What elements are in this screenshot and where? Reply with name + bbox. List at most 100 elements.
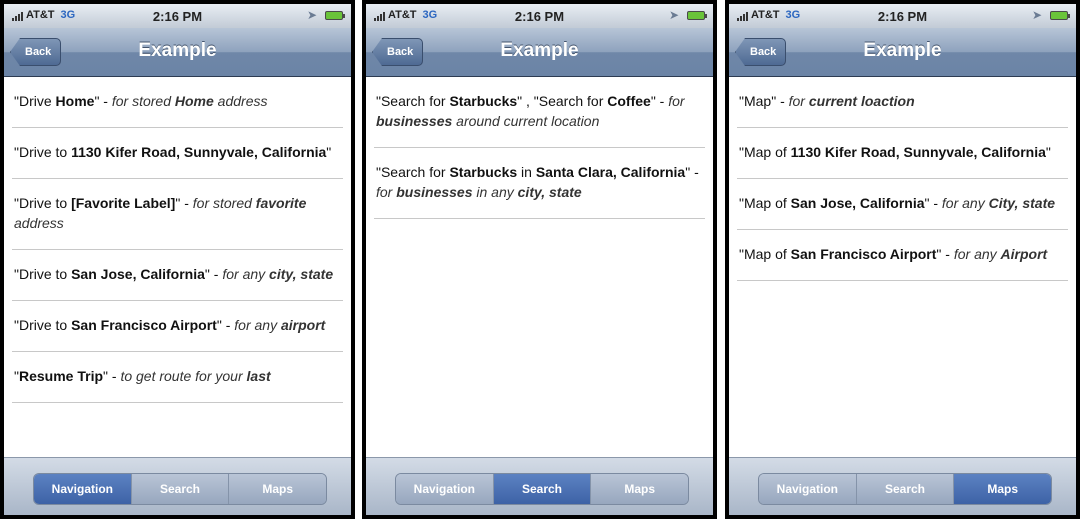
tab-navigation[interactable]: Navigation (396, 474, 494, 504)
list-item-text: Home (174, 93, 214, 109)
navigation-bar: Back Example (729, 28, 1076, 77)
segmented-control: Navigation Search Maps (758, 473, 1052, 505)
list-item-text: last (246, 368, 271, 384)
list-item-text: in (517, 164, 536, 180)
list-item-text: "Drive to (14, 195, 72, 211)
list-item: "Map of San Jose, California" - for any … (737, 179, 1068, 230)
list-item-text: " - (103, 368, 121, 384)
list-item-text: " - (650, 93, 669, 109)
status-bar: AT&T 3G 2:16 PM ➤ (366, 4, 713, 28)
list-item-text: city, state (269, 266, 334, 282)
list-item-text: in any (472, 184, 518, 200)
list-item-text: San Francisco Airport (71, 317, 217, 333)
list-item: "Map of San Francisco Airport" - for any… (737, 230, 1068, 281)
list-item-text: "Map of (739, 144, 791, 160)
status-bar: AT&T 3G 2:16 PM ➤ (4, 4, 351, 28)
list-item-text: Coffee (607, 93, 651, 109)
list-item-text: "Drive to (14, 317, 72, 333)
list-item: "Map of 1130 Kifer Road, Sunnyvale, Cali… (737, 128, 1068, 179)
list-item-text: Starbucks (449, 93, 518, 109)
list-item-text: "Map of (739, 246, 791, 262)
status-time: 2:16 PM (152, 9, 203, 24)
list-item-text: " - (936, 246, 954, 262)
list-item: "Map" - for current loaction (737, 77, 1068, 128)
tab-bar: Navigation Search Maps (4, 457, 351, 515)
tab-navigation[interactable]: Navigation (34, 474, 132, 504)
list-item-text: businesses (396, 184, 473, 200)
tab-navigation[interactable]: Navigation (759, 474, 857, 504)
list-item-text: "Drive to (14, 144, 72, 160)
list-item-text: businesses (376, 113, 453, 129)
list-item-text: Airport (1000, 246, 1048, 262)
list-item-text: for any (953, 246, 1001, 262)
status-bar: AT&T 3G 2:16 PM ➤ (729, 4, 1076, 28)
tab-bar: Navigation Search Maps (366, 457, 713, 515)
tab-maps[interactable]: Maps (229, 474, 326, 504)
list-item-text: for (788, 93, 809, 109)
example-list: "Search for Starbucks" , "Search for Cof… (366, 77, 713, 458)
list-item-text: " (1045, 144, 1051, 160)
list-item-text: " - (685, 164, 699, 180)
phone-screen: AT&T 3G 2:16 PM ➤ Back Example "Search f… (366, 4, 713, 515)
phone-screen: AT&T 3G 2:16 PM ➤ Back Example "Map" - f… (729, 4, 1076, 515)
list-item-text: for (376, 184, 397, 200)
page-title: Example (138, 40, 217, 61)
list-item-text: City, state (988, 195, 1056, 211)
list-item: "Drive to 1130 Kifer Road, Sunnyvale, Ca… (12, 128, 343, 179)
list-item: "Search for Starbucks" , "Search for Cof… (374, 77, 705, 148)
battery-icon (1050, 11, 1070, 20)
phone-screen: AT&T 3G 2:16 PM ➤ Back Example "Drive Ho… (4, 4, 351, 515)
list-item-text: "Search for (376, 164, 450, 180)
list-item-text: "Map of (739, 195, 791, 211)
list-item-text: for (668, 93, 685, 109)
list-item-text: around current location (452, 113, 600, 129)
list-item-text: for any (222, 266, 270, 282)
list-item-text: 1130 Kifer Road, Sunnyvale, California (71, 144, 327, 160)
list-item: "Drive to [Favorite Label]" - for stored… (12, 179, 343, 250)
list-item-text: " - (204, 266, 223, 282)
list-item-text: Starbucks (449, 164, 518, 180)
list-item: "Resume Trip" - to get route for your la… (12, 352, 343, 403)
list-item-text: San Jose, California (71, 266, 205, 282)
list-item-text: 1130 Kifer Road, Sunnyvale, California (790, 144, 1046, 160)
tab-bar: Navigation Search Maps (729, 457, 1076, 515)
navigation-bar: Back Example (366, 28, 713, 77)
list-item-text: " - (175, 195, 193, 211)
tab-maps[interactable]: Maps (954, 474, 1051, 504)
tab-search[interactable]: Search (131, 474, 230, 504)
list-item-text: Santa Clara, California (535, 164, 686, 180)
tab-maps[interactable]: Maps (591, 474, 688, 504)
list-item-text: to get route for your (120, 368, 247, 384)
list-item-text: " (326, 144, 332, 160)
tab-search[interactable]: Search (856, 474, 955, 504)
list-item-text: for any (941, 195, 989, 211)
phone-screenshot-search: AT&T 3G 2:16 PM ➤ Back Example "Search f… (362, 0, 717, 519)
list-item-text: "Search for (376, 93, 450, 109)
list-item-text: city, state (517, 184, 582, 200)
list-item: "Drive to San Francisco Airport" - for a… (12, 301, 343, 352)
tab-search[interactable]: Search (493, 474, 592, 504)
page-title: Example (863, 40, 942, 61)
list-item-text: San Francisco Airport (790, 246, 937, 262)
segmented-control: Navigation Search Maps (395, 473, 689, 505)
list-item-text: for stored (192, 195, 256, 211)
list-item: "Drive Home" - for stored Home address (12, 77, 343, 128)
list-item-text: " - (94, 93, 112, 109)
list-item-text: "Map" - (739, 93, 789, 109)
list-item: "Drive to San Jose, California" - for an… (12, 250, 343, 301)
list-item-text: San Jose, California (790, 195, 925, 211)
list-item-text: for any (234, 317, 281, 333)
segmented-control: Navigation Search Maps (33, 473, 327, 505)
battery-icon (325, 11, 345, 20)
list-item-text: current loaction (808, 93, 915, 109)
example-list: "Map" - for current loaction "Map of 1130… (729, 77, 1076, 458)
list-item-text: for stored (111, 93, 175, 109)
phone-screenshot-navigation: AT&T 3G 2:16 PM ➤ Back Example "Drive Ho… (0, 0, 355, 519)
list-item-text: Home (55, 93, 95, 109)
list-item-text: airport (280, 317, 326, 333)
status-time: 2:16 PM (514, 9, 565, 24)
location-arrow-icon: ➤ (306, 8, 317, 22)
list-item-text: " - (924, 195, 942, 211)
page-title: Example (500, 40, 579, 61)
list-item-text: [Favorite Label] (71, 195, 176, 211)
